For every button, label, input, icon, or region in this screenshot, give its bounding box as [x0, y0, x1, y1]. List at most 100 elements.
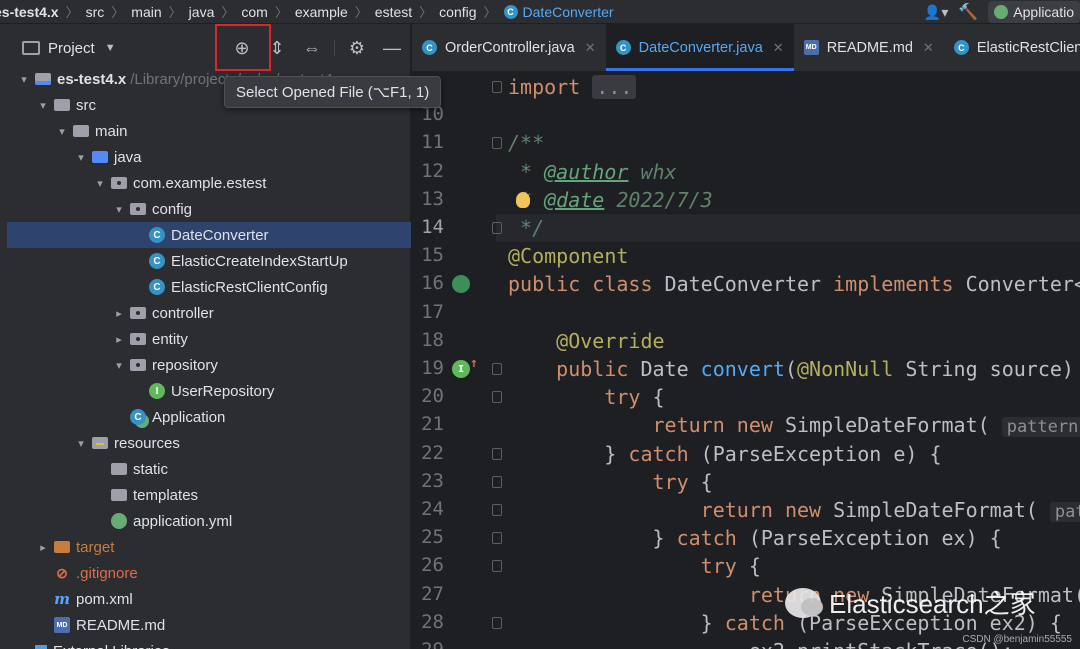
fold-marker-icon[interactable] [492, 81, 502, 93]
breadcrumb-item[interactable]: 〉 main [104, 2, 161, 21]
chevron-down-icon[interactable]: ▾ [92, 177, 108, 190]
spring-bean-icon[interactable] [452, 275, 470, 294]
line-number: 13 [421, 187, 444, 210]
tree-item-readme-md[interactable]: ▸MDREADME.md [7, 612, 411, 638]
editor-tab[interactable]: C ElasticRestClientConfig.java [944, 24, 1080, 71]
fold-marker-icon[interactable] [492, 363, 502, 375]
tree-item-elasticcreateindexstartup[interactable]: ▸CElasticCreateIndexStartUp [7, 248, 411, 274]
code-line[interactable]: return new SimpleDateFormat( pattern: "y… [508, 411, 1080, 439]
editor-tab-label: DateConverter.java [638, 39, 763, 56]
fold-marker-icon[interactable] [492, 137, 502, 150]
fold-marker-icon[interactable] [492, 532, 502, 545]
chevron-right-icon[interactable]: ▸ [16, 645, 32, 649]
code-line[interactable]: try { [508, 552, 761, 580]
credit-text: CSDN @benjamin55555 [962, 634, 1072, 645]
code-editor[interactable]: 1011121314151617181920212223242526272829… [412, 72, 1080, 649]
tree-item-label: controller [152, 304, 214, 322]
chevron-down-icon[interactable]: ▾ [54, 125, 70, 138]
chevron-down-icon[interactable]: ▾ [73, 151, 89, 164]
chevron-right-icon[interactable]: ▸ [111, 333, 127, 346]
current-line-highlight [496, 214, 1080, 242]
project-view-selector[interactable]: Project ▼ [22, 40, 116, 57]
minimize-icon[interactable]: — [379, 36, 405, 60]
close-icon[interactable]: ✕ [773, 40, 784, 56]
code-line[interactable]: @Component [508, 242, 628, 270]
code-line[interactable]: try { [508, 383, 664, 411]
code-line[interactable]: return new SimpleDateFormat( pattern: "y… [508, 496, 1080, 524]
code-line[interactable]: * @author whx [508, 158, 677, 186]
tree-item--gitignore[interactable]: ▸⊘.gitignore [7, 560, 411, 586]
code-line[interactable]: public Date convert(@NonNull String sour… [508, 355, 1080, 383]
breadcrumb-item[interactable]: 〉 example [268, 2, 348, 21]
user-icon[interactable]: 👤▾ [924, 4, 948, 21]
tree-item-pom-xml[interactable]: ▸mpom.xml [7, 586, 411, 612]
fold-marker-icon[interactable] [492, 475, 502, 488]
tree-item-repository[interactable]: ▾ repository [7, 352, 411, 378]
tree-item-com-example-estest[interactable]: ▾ com.example.estest [7, 170, 411, 196]
fold-marker-icon[interactable] [492, 391, 502, 404]
breadcrumb-item[interactable]: es-test4.x [0, 4, 59, 20]
tree-item-main[interactable]: ▾ main [7, 118, 411, 144]
tree-item-dateconverter[interactable]: ▸CDateConverter [7, 222, 411, 248]
code-line[interactable]: */ [508, 214, 544, 242]
locate-file-icon[interactable]: ⊕ [229, 36, 255, 60]
code-line[interactable]: /** [508, 129, 544, 157]
breadcrumb-item[interactable]: 〉 C DateConverter [477, 2, 614, 21]
fold-marker-icon[interactable] [492, 222, 502, 234]
tree-item-external-libraries[interactable]: ▸ External Libraries [7, 638, 411, 649]
editor-tab[interactable]: C OrderController.java ✕ [412, 24, 606, 71]
chevron-right-icon[interactable]: ▸ [35, 541, 51, 554]
code-line[interactable]: } catch (ParseException e) { [508, 440, 941, 468]
code-line[interactable]: } catch (ParseException ex) { [508, 524, 1001, 552]
close-icon[interactable]: ✕ [585, 40, 596, 56]
hammer-icon[interactable]: 🔨 [958, 2, 978, 22]
fold-marker-icon[interactable] [492, 616, 502, 629]
code-line[interactable]: * @date 2022/7/3 [508, 186, 713, 214]
code-line[interactable]: @Override [508, 327, 664, 355]
chevron-down-icon[interactable]: ▾ [16, 73, 32, 86]
chevron-right-icon[interactable]: ▸ [111, 307, 127, 320]
breadcrumb-item[interactable]: 〉 config [412, 2, 476, 21]
editor-tab[interactable]: MD README.md ✕ [794, 24, 944, 71]
tree-item-config[interactable]: ▾ config [7, 196, 411, 222]
expand-all-icon[interactable]: ⇕ [264, 36, 290, 60]
fold-marker-icon[interactable] [492, 504, 502, 516]
code-line[interactable]: try { [508, 468, 713, 496]
tree-item-resources[interactable]: ▾ resources [7, 430, 411, 456]
lightbulb-icon[interactable] [516, 191, 530, 208]
code-line[interactable]: ex2.printStackTrace(); [508, 637, 1014, 649]
chevron-down-icon[interactable]: ▾ [73, 437, 89, 450]
breadcrumb-label: java [188, 3, 215, 20]
run-configuration-selector[interactable]: Applicatio [988, 1, 1080, 23]
fold-marker-icon[interactable] [492, 447, 502, 460]
code-line[interactable]: public class DateConverter implements Co… [508, 270, 1080, 298]
folder-icon [111, 463, 127, 475]
tree-item-label: config [152, 200, 193, 218]
tree-item-target[interactable]: ▸ target [7, 534, 411, 560]
chevron-down-icon[interactable]: ▾ [111, 359, 127, 372]
tree-item-application[interactable]: ▸CApplication [7, 404, 411, 430]
fold-marker-icon[interactable] [492, 560, 502, 573]
close-icon[interactable]: ✕ [923, 40, 934, 56]
line-number: 19 [421, 357, 444, 379]
collapse-all-icon[interactable]: ⇔ [299, 36, 325, 60]
tree-item-elasticrestclientconfig[interactable]: ▸CElasticRestClientConfig [7, 274, 411, 300]
breadcrumb-item[interactable]: 〉 com [214, 2, 267, 21]
tree-item-label: repository [152, 356, 218, 374]
tree-item-application-yml[interactable]: ▸application.yml [7, 508, 411, 534]
tree-item-userrepository[interactable]: ▸IUserRepository [7, 378, 411, 404]
editor-tab[interactable]: C DateConverter.java ✕ [605, 24, 794, 71]
breadcrumb-item[interactable]: 〉 java [162, 2, 215, 21]
gear-icon[interactable]: ⚙ [344, 36, 370, 60]
breadcrumb-item[interactable]: 〉 src [59, 2, 105, 21]
tree-item-static[interactable]: ▸static [7, 456, 411, 482]
breadcrumb-item[interactable]: 〉 estest [348, 2, 412, 21]
implements-method-icon[interactable]: I ↑ [452, 356, 478, 378]
tree-item-templates[interactable]: ▸templates [7, 482, 411, 508]
chevron-down-icon[interactable]: ▾ [111, 203, 127, 216]
code-line[interactable]: import ... [508, 73, 637, 101]
chevron-down-icon[interactable]: ▾ [35, 99, 51, 112]
tree-item-java[interactable]: ▾ java [7, 144, 411, 170]
tree-item-entity[interactable]: ▸ entity [7, 326, 411, 352]
tree-item-controller[interactable]: ▸ controller [7, 300, 411, 326]
